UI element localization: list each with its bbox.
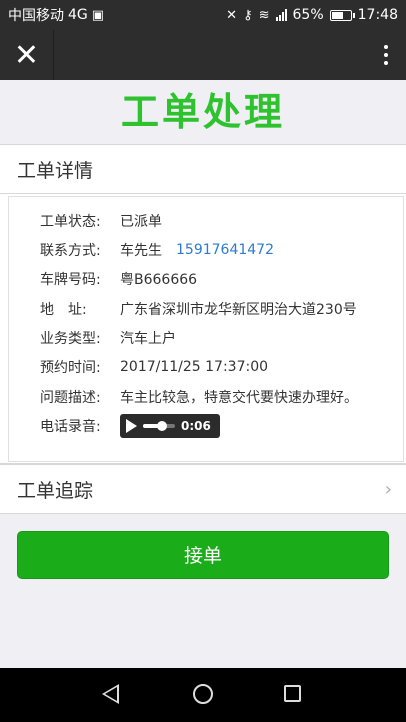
detail-row-recording: 电话录音: 0:06 [40, 414, 220, 438]
signal-icon [275, 9, 287, 21]
tracking-section-title: 工单追踪 [17, 479, 94, 502]
network-label: 4G [68, 7, 88, 23]
audio-progress[interactable] [143, 421, 175, 431]
audio-seek-knob[interactable] [157, 421, 168, 431]
detail-row-plate: 车牌号码: 粤B666666 [40, 268, 197, 290]
wifi-icon: ≋ [258, 7, 270, 23]
details-section-title: 工单详情 [17, 159, 94, 182]
audio-player[interactable]: 0:06 [120, 414, 220, 438]
detail-label: 业务类型: [40, 331, 101, 347]
android-nav-bar [0, 668, 406, 722]
detail-row-description: 问题描述: 车主比较急，特意交代要快速办理好。 [40, 386, 358, 408]
detail-label: 电话录音: [40, 419, 101, 435]
mute-icon: ✕ [226, 7, 238, 23]
detail-label: 工单状态: [40, 214, 101, 230]
tracking-section-header[interactable]: 工单追踪 › [0, 464, 406, 514]
details-card: 工单状态: 已派单 联系方式: 车先生 15917641472 车牌号码: 粤B… [0, 194, 406, 464]
detail-value: 车主比较急，特意交代要快速办理好。 [120, 390, 358, 406]
image-icon: ▣ [91, 7, 105, 23]
accept-button[interactable]: 接单 [17, 531, 389, 579]
detail-row-contact: 联系方式: 车先生 15917641472 [40, 239, 274, 261]
nav-bar: ✕ [0, 30, 406, 80]
details-section-header: 工单详情 [0, 144, 406, 194]
detail-value: 粤B666666 [120, 272, 198, 288]
phone-link[interactable]: 15917641472 [176, 242, 274, 258]
page-title: 工单处理 [0, 80, 406, 144]
status-right: ✕ ⚷ ≋ 65% 17:48 [226, 7, 398, 23]
clock: 17:48 [357, 7, 398, 23]
detail-label: 预约时间: [40, 360, 101, 376]
detail-row-address: 地 址: 广东省深圳市龙华新区明治大道230号 [40, 298, 357, 320]
detail-label: 问题描述: [40, 390, 101, 406]
detail-row-appointment: 预约时间: 2017/11/25 17:37:00 [40, 356, 268, 378]
detail-value: 已派单 [120, 214, 162, 230]
detail-value: 广东省深圳市龙华新区明治大道230号 [120, 302, 357, 318]
close-icon[interactable]: ✕ [0, 30, 54, 80]
carrier-label: 中国移动 [8, 8, 64, 24]
back-icon[interactable] [102, 684, 119, 704]
screen: 中国移动 4G ▣ ✕ ⚷ ≋ 65% 17:48 ✕ 工单处理 工单详情 工单… [0, 0, 406, 722]
play-icon[interactable] [126, 419, 137, 433]
battery-icon [329, 9, 355, 21]
detail-label: 地 址: [40, 302, 87, 318]
detail-value: 车先生 [120, 243, 162, 259]
detail-label: 联系方式: [40, 243, 101, 259]
detail-row-status: 工单状态: 已派单 [40, 210, 162, 232]
status-left: 中国移动 4G ▣ [8, 5, 104, 25]
detail-label: 车牌号码: [40, 272, 101, 288]
audio-duration: 0:06 [181, 419, 211, 433]
home-icon[interactable] [193, 684, 213, 704]
detail-row-service-type: 业务类型: 汽车上户 [40, 327, 176, 349]
chevron-right-icon: › [384, 478, 392, 500]
recent-apps-icon[interactable] [284, 685, 301, 702]
detail-value: 2017/11/25 17:37:00 [120, 359, 269, 375]
key-icon: ⚷ [243, 7, 253, 23]
status-bar: 中国移动 4G ▣ ✕ ⚷ ≋ 65% 17:48 [0, 0, 406, 30]
detail-value: 汽车上户 [120, 331, 176, 347]
battery-fill [331, 11, 343, 19]
battery-percent: 65% [292, 7, 324, 23]
more-icon[interactable] [366, 30, 406, 80]
